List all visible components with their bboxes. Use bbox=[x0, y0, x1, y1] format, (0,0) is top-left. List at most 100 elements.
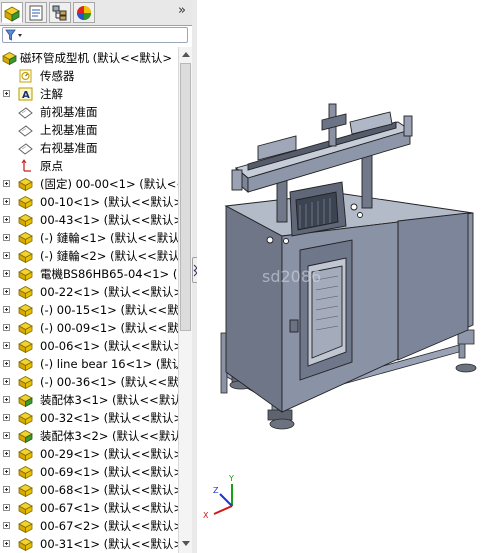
tree-item[interactable]: 00-31<1> (默认<<默认> bbox=[0, 535, 183, 553]
tree-item[interactable]: 00-69<1> (默认<<默认> bbox=[0, 463, 183, 481]
featuremanager-panel: » 磁环管成型机 (默认<<默认> 传感器 A 注解前视基准面上视基准面右视基准面原… bbox=[0, 0, 193, 553]
tree-item-label: 00-31<1> (默认<<默认> bbox=[40, 537, 184, 551]
configurationmanager-tab[interactable] bbox=[49, 2, 71, 23]
plane-icon bbox=[18, 125, 33, 137]
tree-item-label: 原点 bbox=[40, 159, 63, 173]
part-icon bbox=[18, 376, 33, 390]
tree-item[interactable]: 右视基准面 bbox=[0, 139, 178, 157]
part-icon bbox=[18, 340, 33, 354]
tree-root-assembly[interactable]: 磁环管成型机 (默认<<默认> bbox=[0, 49, 178, 67]
tree-item-label: 00-32<1> (默认<<默认> bbox=[40, 411, 184, 425]
expand-toggle[interactable] bbox=[3, 324, 10, 331]
tree-item[interactable]: 00-29<1> (默认<<默认> bbox=[0, 445, 183, 463]
tree-item[interactable]: 装配体3<1> (默认<<默认 bbox=[0, 391, 182, 409]
scroll-thumb[interactable] bbox=[180, 63, 191, 331]
expand-toggle[interactable] bbox=[3, 468, 10, 475]
tree-item[interactable]: 00-67<2> (默认<<默认> bbox=[0, 517, 183, 535]
part-icon bbox=[18, 196, 33, 210]
tree-item[interactable]: 00-06<1> (默认<<默认> bbox=[0, 337, 183, 355]
part-icon bbox=[18, 358, 33, 372]
expand-toggle[interactable] bbox=[3, 234, 10, 241]
svg-text:A: A bbox=[22, 90, 30, 101]
sensor-icon bbox=[19, 69, 32, 83]
expand-toggle[interactable] bbox=[3, 378, 10, 385]
tree-item[interactable]: 传感器 bbox=[0, 67, 178, 85]
tree-item[interactable]: (-) 鏈輪<1> (默认<<默认 bbox=[0, 229, 180, 247]
tree-item[interactable]: 00-32<1> (默认<<默认> bbox=[0, 409, 183, 427]
displaymanager-tab[interactable] bbox=[73, 2, 95, 23]
tree-item-label: 00-69<1> (默认<<默认> bbox=[40, 465, 184, 479]
tree-item-label: 右视基准面 bbox=[40, 141, 98, 155]
tree-item[interactable]: (-) 00-15<1> (默认<<默 bbox=[0, 301, 179, 319]
tree-item-label: 電機BS86HB65-04<1> ( bbox=[40, 267, 178, 281]
expand-toggle[interactable] bbox=[3, 504, 10, 511]
tree-item[interactable]: A 注解 bbox=[0, 85, 178, 103]
part-icon bbox=[18, 538, 33, 552]
part-icon bbox=[18, 250, 33, 264]
part-icon bbox=[18, 214, 33, 228]
subassembly-icon bbox=[18, 394, 33, 408]
tree-item-label: 00-43<1> (默认<<默认> bbox=[40, 213, 184, 227]
expand-toggle[interactable] bbox=[3, 396, 10, 403]
tree-item-label: 上视基准面 bbox=[40, 123, 98, 137]
scroll-up-arrow[interactable] bbox=[182, 52, 190, 57]
tree-item[interactable]: 00-10<1> (默认<<默认> bbox=[0, 193, 183, 211]
y-axis-label: Y bbox=[228, 474, 234, 483]
expand-toggle[interactable] bbox=[3, 450, 10, 457]
expand-toggle[interactable] bbox=[3, 540, 10, 547]
z-axis-line bbox=[219, 493, 233, 507]
tree-item-label: 装配体3<2> (默认<<默认 bbox=[40, 429, 182, 443]
tree-vertical-scrollbar[interactable] bbox=[178, 47, 192, 553]
tab-overflow-chevron[interactable]: » bbox=[178, 3, 186, 18]
tree-item[interactable]: (固定) 00-00<1> (默认<<默 bbox=[0, 175, 192, 193]
tree-item[interactable]: (-) 00-36<1> (默认<<默 bbox=[0, 373, 179, 391]
propertymanager-tab[interactable] bbox=[25, 2, 47, 23]
expand-toggle[interactable] bbox=[3, 306, 10, 313]
tree-item[interactable]: 上视基准面 bbox=[0, 121, 178, 139]
tree-item-label: 00-67<2> (默认<<默认> bbox=[40, 519, 184, 533]
tree-item[interactable]: 装配体3<2> (默认<<默认 bbox=[0, 427, 182, 445]
tree-item[interactable]: 前视基准面 bbox=[0, 103, 178, 121]
tree-item[interactable]: 00-22<1> (默认<<默认> bbox=[0, 283, 183, 301]
tree-item-label: (-) 00-36<1> (默认<<默 bbox=[40, 375, 179, 389]
tree-item-label: 00-10<1> (默认<<默认> bbox=[40, 195, 184, 209]
expand-toggle[interactable] bbox=[3, 288, 10, 295]
assembly-icon bbox=[2, 52, 17, 66]
expand-toggle[interactable] bbox=[3, 432, 10, 439]
part-icon bbox=[18, 448, 33, 462]
tree-item-label: 00-06<1> (默认<<默认> bbox=[40, 339, 184, 353]
tree-item[interactable]: (-) 00-09<1> (默认<<默 bbox=[0, 319, 179, 337]
featuremanager-tab[interactable] bbox=[1, 2, 23, 23]
tree-item-label: 00-22<1> (默认<<默认> bbox=[40, 285, 184, 299]
expand-toggle[interactable] bbox=[3, 522, 10, 529]
tree-item-label: (-) 00-15<1> (默认<<默 bbox=[40, 303, 179, 317]
part-icon bbox=[18, 286, 33, 300]
expand-toggle[interactable] bbox=[3, 252, 10, 259]
tree-item-label: 注解 bbox=[40, 87, 63, 101]
tree-item-label: 传感器 bbox=[40, 69, 75, 83]
expand-toggle[interactable] bbox=[3, 216, 10, 223]
filter-input[interactable] bbox=[2, 27, 188, 43]
tree-item[interactable]: 00-67<1> (默认<<默认> bbox=[0, 499, 183, 517]
subassembly-icon bbox=[18, 430, 33, 444]
expand-toggle[interactable] bbox=[3, 414, 10, 421]
tree-item[interactable]: 00-68<1> (默认<<默认> bbox=[0, 481, 183, 499]
tree-item-label: 00-68<1> (默认<<默认> bbox=[40, 483, 184, 497]
expand-toggle[interactable] bbox=[3, 270, 10, 277]
propertymanager-icon bbox=[29, 5, 43, 21]
plane-icon bbox=[18, 107, 33, 119]
tree-item[interactable]: 原点 bbox=[0, 157, 178, 175]
expand-toggle[interactable] bbox=[3, 198, 10, 205]
expand-toggle[interactable] bbox=[3, 90, 10, 97]
expand-toggle[interactable] bbox=[3, 180, 10, 187]
tree-item[interactable]: (-) 鏈輪<2> (默认<<默认 bbox=[0, 247, 180, 265]
scroll-down-arrow[interactable] bbox=[182, 541, 190, 546]
z-axis-label: Z bbox=[213, 486, 219, 495]
tree-item[interactable]: (-) line bear 16<1> (默认 bbox=[0, 355, 183, 373]
annotation-icon: A bbox=[18, 87, 33, 101]
expand-toggle[interactable] bbox=[3, 360, 10, 367]
tree-item[interactable]: 電機BS86HB65-04<1> ( bbox=[0, 265, 178, 283]
expand-toggle[interactable] bbox=[3, 486, 10, 493]
expand-toggle[interactable] bbox=[3, 342, 10, 349]
tree-item[interactable]: 00-43<1> (默认<<默认> bbox=[0, 211, 183, 229]
